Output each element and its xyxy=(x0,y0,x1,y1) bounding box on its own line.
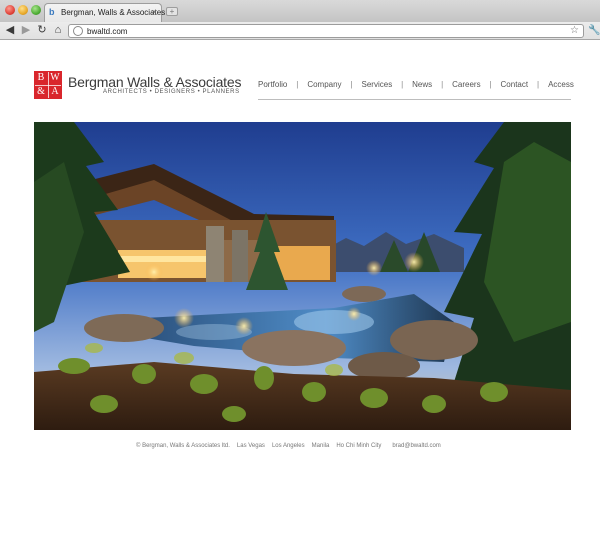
window-close-button[interactable] xyxy=(5,5,15,15)
nav-separator: | xyxy=(537,80,540,89)
window-maximize-button[interactable] xyxy=(31,5,41,15)
logo-letter-b: B xyxy=(37,72,45,83)
main-nav: Portfolio | Company | Services | News | … xyxy=(258,79,574,91)
nav-contact[interactable]: Contact xyxy=(501,79,529,91)
logo-letter-w: W xyxy=(50,72,60,83)
footer-email-link[interactable]: brad@bwaltd.com xyxy=(392,441,440,451)
browser-tab[interactable]: b Bergman, Walls & Associates × xyxy=(44,3,166,22)
nav-access[interactable]: Access xyxy=(548,79,574,91)
forward-arrow-icon[interactable]: ▶ xyxy=(20,24,32,37)
bwa-favicon-icon: b xyxy=(49,7,55,17)
brand-name[interactable]: Bergman Walls & Associates xyxy=(68,74,241,90)
nav-separator: | xyxy=(401,80,404,89)
nav-separator: | xyxy=(441,80,444,89)
footer-city-los-angeles[interactable]: Los Angeles xyxy=(272,441,305,451)
address-bar[interactable]: ☆ xyxy=(68,24,584,38)
nav-separator: | xyxy=(350,80,353,89)
nav-careers[interactable]: Careers xyxy=(452,79,480,91)
hero-resort-photo xyxy=(34,122,571,430)
footer-city-las-vegas[interactable]: Las Vegas xyxy=(237,441,265,451)
nav-portfolio[interactable]: Portfolio xyxy=(258,79,287,91)
logo-letter-a: A xyxy=(51,86,59,97)
browser-toolbar: ◀ ▶ ↻ ⌂ ☆ 🔧 xyxy=(0,22,600,40)
brand-tagline: ARCHITECTS • DESIGNERS • PLANNERS xyxy=(103,89,240,95)
back-arrow-icon[interactable]: ◀ xyxy=(4,24,16,37)
browser-tab-strip: b Bergman, Walls & Associates × + xyxy=(0,0,600,22)
window-minimize-button[interactable] xyxy=(18,5,28,15)
nav-separator: | xyxy=(296,80,299,89)
reload-icon[interactable]: ↻ xyxy=(36,24,48,37)
bookmark-star-icon[interactable]: ☆ xyxy=(570,25,579,37)
nav-news[interactable]: News xyxy=(412,79,432,91)
nav-services[interactable]: Services xyxy=(362,79,393,91)
nav-separator: | xyxy=(489,80,492,89)
globe-icon xyxy=(73,26,83,36)
logo-mark[interactable]: B W & A xyxy=(34,71,62,99)
url-input[interactable] xyxy=(87,26,547,37)
logo-divider-horizontal xyxy=(35,85,61,86)
resort-photo-icon xyxy=(34,122,571,430)
wrench-icon[interactable]: 🔧 xyxy=(588,25,600,37)
logo-letter-ampersand: & xyxy=(37,86,45,97)
footer: © Bergman, Walls & Associates ltd. Las V… xyxy=(136,441,441,451)
tab-close-icon[interactable]: × xyxy=(152,7,157,18)
footer-city-manila[interactable]: Manila xyxy=(312,441,330,451)
nav-company[interactable]: Company xyxy=(307,79,341,91)
new-tab-button[interactable]: + xyxy=(166,7,178,16)
nav-divider-line xyxy=(258,99,571,100)
tab-title: Bergman, Walls & Associates xyxy=(61,8,166,17)
footer-city-ho-chi-minh[interactable]: Ho Chi Minh City xyxy=(336,441,381,451)
home-icon[interactable]: ⌂ xyxy=(52,24,64,37)
footer-copyright: © Bergman, Walls & Associates ltd. xyxy=(136,443,230,449)
